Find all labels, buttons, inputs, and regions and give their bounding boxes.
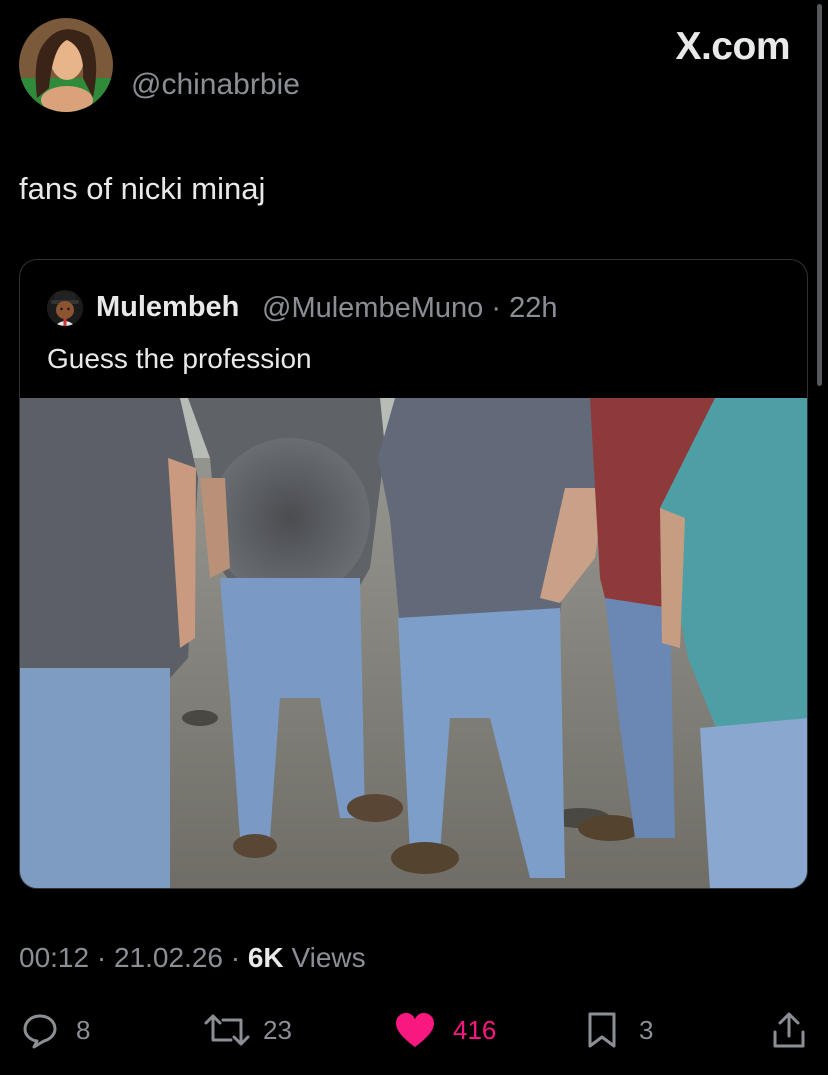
repost-icon: [203, 1010, 251, 1050]
repost-count: 23: [263, 1014, 292, 1045]
views-count: 6K: [247, 942, 284, 973]
heart-icon: [393, 1010, 437, 1050]
like-count: 416: [453, 1014, 497, 1045]
bookmark-count: 3: [639, 1014, 654, 1045]
quoted-author-name[interactable]: Mulembeh: [96, 291, 239, 324]
quoted-tweet-card[interactable]: Mulembeh @MulembeMuno · 22h Guess the pr…: [19, 259, 808, 889]
tweet-text: fans of nicki minaj: [19, 171, 266, 206]
reply-icon: [20, 1010, 60, 1050]
separator-dot: ·: [96, 942, 107, 973]
reply-button[interactable]: 8: [20, 1010, 90, 1050]
separator-dot: ·: [491, 292, 501, 324]
quoted-tweet-text: Guess the profession: [47, 343, 312, 374]
like-button[interactable]: 416: [393, 1010, 496, 1050]
quoted-media-image[interactable]: [20, 398, 807, 888]
views-label: Views: [291, 942, 366, 973]
author-handle[interactable]: @chinabrbie: [131, 68, 300, 102]
share-button[interactable]: [770, 1010, 808, 1050]
reply-count: 8: [76, 1014, 91, 1045]
quoted-meta: @MulembeMuno · 22h: [262, 292, 557, 325]
businessman-avatar-icon[interactable]: [47, 290, 83, 326]
repost-button[interactable]: 23: [203, 1010, 292, 1050]
bookmark-button[interactable]: 3: [585, 1010, 653, 1050]
post-time: 00:12: [19, 942, 90, 973]
quoted-time: 22h: [509, 292, 558, 324]
scrollbar[interactable]: [817, 4, 822, 386]
profile-avatar[interactable]: [19, 18, 113, 112]
post-date: 21.02.26: [113, 942, 223, 973]
bookmark-icon: [585, 1010, 619, 1050]
brand-watermark: X.com: [675, 25, 790, 68]
separator-dot: ·: [230, 942, 241, 973]
timestamp-line: 00:12 · 21.02.26 · 6K Views: [19, 942, 366, 974]
share-icon: [770, 1010, 808, 1050]
quoted-author-handle[interactable]: @MulembeMuno: [262, 292, 483, 324]
